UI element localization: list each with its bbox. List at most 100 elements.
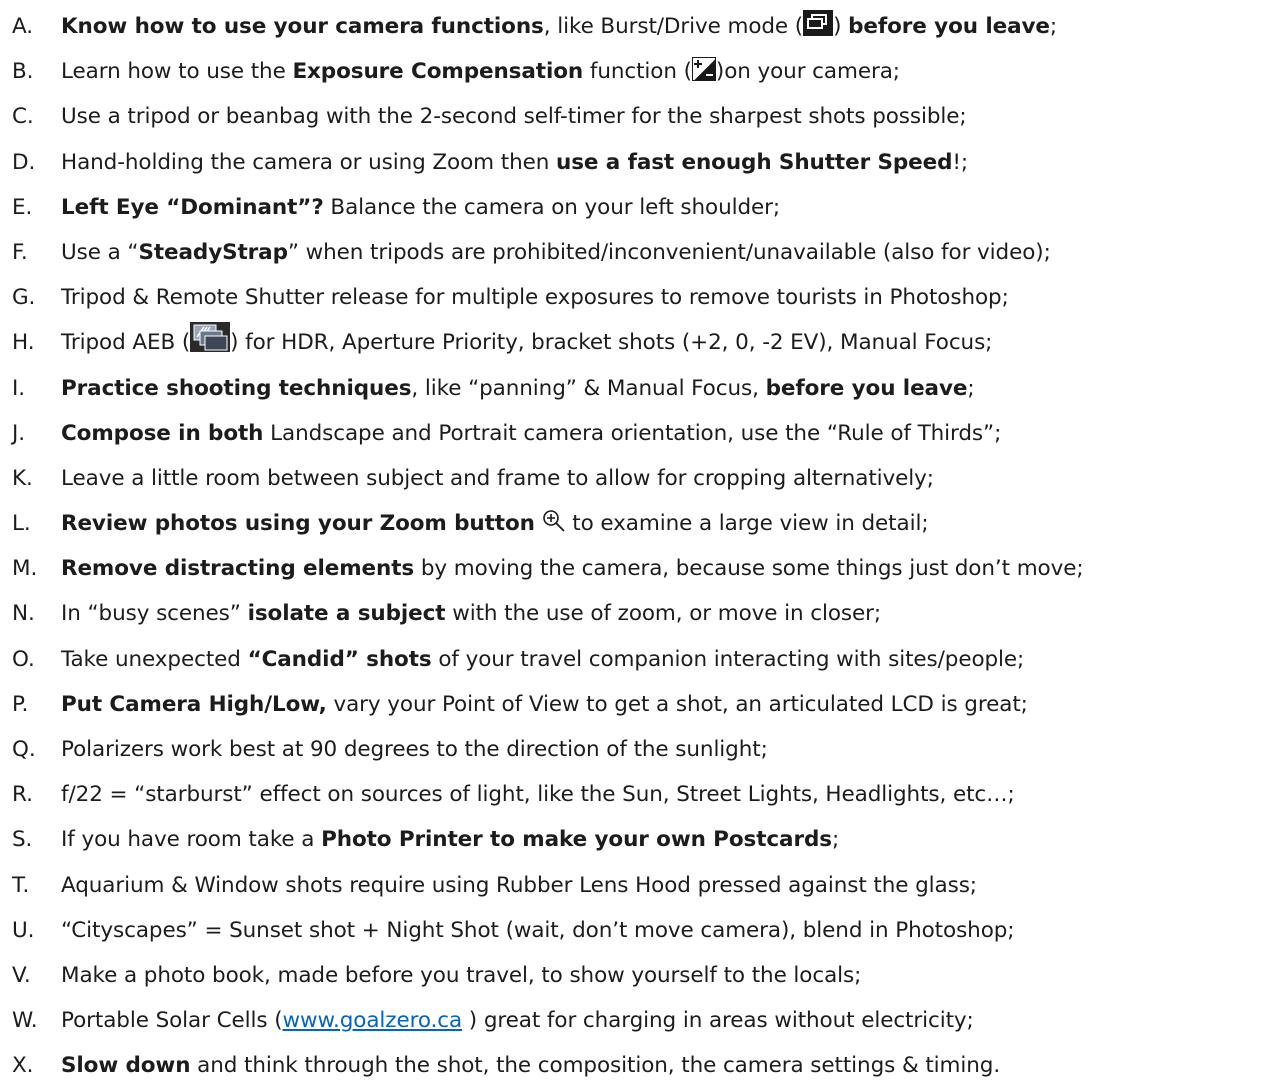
tip-emphasis: Photo Printer to make your own Postcards (321, 827, 832, 853)
tip-item: J. Compose in both Landscape and Portrait… (0, 411, 1261, 456)
tip-text-fragment: ; (967, 375, 975, 401)
tip-item: Q. Polarizers work best at 90 degrees to … (0, 727, 1261, 772)
tip-letter: U. (12, 917, 35, 943)
tip-item: E. Left Eye “Dominant”? Balance the camer… (0, 185, 1261, 230)
tip-letter: O. (12, 646, 35, 672)
tip-letter: C. (12, 104, 34, 130)
tip-text-fragment: Hand-holding the camera or using Zoom th… (61, 149, 556, 175)
zoom-in-icon (542, 509, 566, 533)
tip-letter: Q. (12, 737, 36, 762)
tip-item: O. Take unexpected “Candid” shots of your… (0, 637, 1261, 682)
tip-emphasis: “Candid” shots (247, 646, 432, 672)
tip-text-fragment: to examine a large view in detail; (565, 511, 929, 537)
tip-text: Use a tripod or beanbag with the 2-secon… (61, 94, 967, 139)
tip-text: Tripod & Remote Shutter release for mult… (61, 275, 1009, 320)
tip-item: M. Remove distracting elements by moving … (0, 546, 1261, 591)
tip-text-fragment: Portable Solar Cells ( (61, 1008, 283, 1034)
tip-text-fragment: Balance the camera on your left shoulder… (323, 194, 781, 220)
tip-item: A. Know how to use your camera functions,… (0, 4, 1261, 49)
tip-letter: N. (12, 601, 35, 627)
tip-letter: H. (12, 330, 35, 356)
tip-text-fragment: )on your camera; (715, 59, 900, 85)
aeb-bracket-icon (190, 322, 231, 353)
tip-text-fragment: with the use of zoom, or move in closer; (445, 601, 882, 627)
tip-letter: I. (12, 375, 25, 401)
tip-emphasis: use a fast enough Shutter Speed (556, 149, 953, 175)
tip-item: U. “Cityscapes” = Sunset shot + Night Sh… (0, 908, 1261, 953)
tip-text: Know how to use your camera functions, l… (61, 4, 1057, 49)
tip-emphasis: Exposure Compensation (292, 59, 584, 85)
tip-text: Put Camera High/Low, vary your Point of … (61, 682, 1028, 727)
tip-letter: M. (12, 556, 38, 582)
tip-text-fragment: by moving the camera, because some thing… (414, 556, 1084, 582)
tip-emphasis: isolate a subject (247, 601, 446, 627)
tip-item: C. Use a tripod or beanbag with the 2-sec… (0, 94, 1261, 139)
tip-text-fragment: “Cityscapes” = Sunset shot + Night Shot … (61, 917, 1015, 943)
tip-item: H. Tripod AEB () for HDR, Aperture Priori… (0, 320, 1261, 365)
tip-text-fragment: Use a tripod or beanbag with the 2-secon… (61, 104, 967, 130)
tip-item: V. Make a photo book, made before you tra… (0, 953, 1261, 998)
tip-item: S. If you have room take a Photo Printer … (0, 817, 1261, 862)
tip-letter: G. (12, 285, 36, 311)
tip-text: Hand-holding the camera or using Zoom th… (61, 140, 968, 185)
tip-text: Portable Solar Cells (www.goalzero.ca ) … (61, 998, 974, 1043)
tip-text: Take unexpected “Candid” shots of your t… (61, 637, 1024, 682)
tip-text-fragment: ) for HDR, Aperture Priority, bracket sh… (230, 330, 993, 356)
tip-letter: X. (12, 1053, 34, 1079)
tip-text: Remove distracting elements by moving th… (61, 546, 1084, 591)
tip-item: P. Put Camera High/Low, vary your Point o… (0, 682, 1261, 727)
tip-emphasis: Know how to use your camera functions (61, 14, 544, 39)
tip-item: F. Use a “SteadyStrap” when tripods are p… (0, 230, 1261, 275)
tip-letter: S. (12, 827, 33, 853)
tip-text-fragment: Use a “ (61, 239, 139, 265)
tip-letter: V. (12, 962, 31, 988)
tip-emphasis: Review photos using your Zoom button (61, 511, 535, 537)
tip-letter: K. (12, 465, 33, 491)
tip-text-fragment: !; (952, 149, 969, 175)
tip-text: In “busy scenes” isolate a subject with … (61, 591, 881, 636)
tip-item: X. Slow down and think through the shot, … (0, 1043, 1261, 1088)
tip-letter: J. (12, 420, 25, 446)
tip-text: Practice shooting techniques, like “pann… (61, 366, 975, 411)
tip-text-fragment: Landscape and Portrait camera orientatio… (263, 420, 1002, 446)
tip-text-fragment: If you have room take a (61, 827, 322, 853)
tip-item: N. In “busy scenes” isolate a subject wit… (0, 591, 1261, 636)
tip-emphasis: before you leave (765, 375, 968, 401)
tip-text-fragment: Leave a little room between subject and … (61, 465, 934, 491)
tip-letter: D. (12, 149, 36, 175)
tip-text: Polarizers work best at 90 degrees to th… (61, 727, 768, 772)
tip-text-fragment: Polarizers work best at 90 degrees to th… (61, 737, 768, 762)
tip-text-fragment: , like Burst/Drive mode ( (543, 14, 804, 39)
burst-drive-mode-icon (803, 10, 834, 36)
tip-emphasis: Practice shooting techniques (61, 375, 412, 401)
tip-item: T. Aquarium & Window shots require using … (0, 863, 1261, 908)
tip-emphasis: before you leave (848, 14, 1050, 39)
tip-text: Left Eye “Dominant”? Balance the camera … (61, 185, 780, 230)
tip-item: D. Hand-holding the camera or using Zoom … (0, 140, 1261, 185)
tip-text: If you have room take a Photo Printer to… (61, 817, 839, 862)
tip-text: “Cityscapes” = Sunset shot + Night Shot … (61, 908, 1015, 953)
tip-text-fragment: of your travel companion interacting wit… (431, 646, 1025, 672)
tip-text-fragment: Learn how to use the (61, 59, 293, 85)
tip-text: Slow down and think through the shot, th… (61, 1043, 1000, 1088)
tip-emphasis: SteadyStrap (138, 239, 288, 265)
tip-emphasis: Remove distracting elements (61, 556, 415, 582)
tip-item: K. Leave a little room between subject an… (0, 456, 1261, 501)
tip-letter: R. (12, 782, 33, 808)
tip-text-fragment: ” when tripods are prohibited/inconvenie… (287, 239, 1051, 265)
tip-item: B. Learn how to use the Exposure Compensa… (0, 49, 1261, 94)
goalzero-link[interactable]: www.goalzero.ca (283, 1008, 463, 1033)
tip-text-fragment: ; (1049, 14, 1058, 39)
tip-emphasis: Left Eye “Dominant”? (61, 194, 324, 220)
tip-item: G. Tripod & Remote Shutter release for mu… (0, 275, 1261, 320)
tip-text: Use a “SteadyStrap” when tripods are pro… (61, 230, 1051, 275)
tip-item: W. Portable Solar Cells (www.goalzero.ca … (0, 998, 1261, 1043)
tip-text-fragment: and think through the shot, the composit… (190, 1053, 1001, 1079)
tip-emphasis: Slow down (61, 1053, 191, 1079)
tip-text-fragment: function ( (583, 59, 692, 85)
tip-item: R. f/22 = “starburst” effect on sources o… (0, 772, 1261, 817)
tip-text: Review photos using your Zoom button to … (61, 501, 929, 546)
tip-text-fragment: ) (833, 14, 849, 39)
tip-text: Make a photo book, made before you trave… (61, 953, 861, 998)
tip-text: Leave a little room between subject and … (61, 456, 934, 501)
